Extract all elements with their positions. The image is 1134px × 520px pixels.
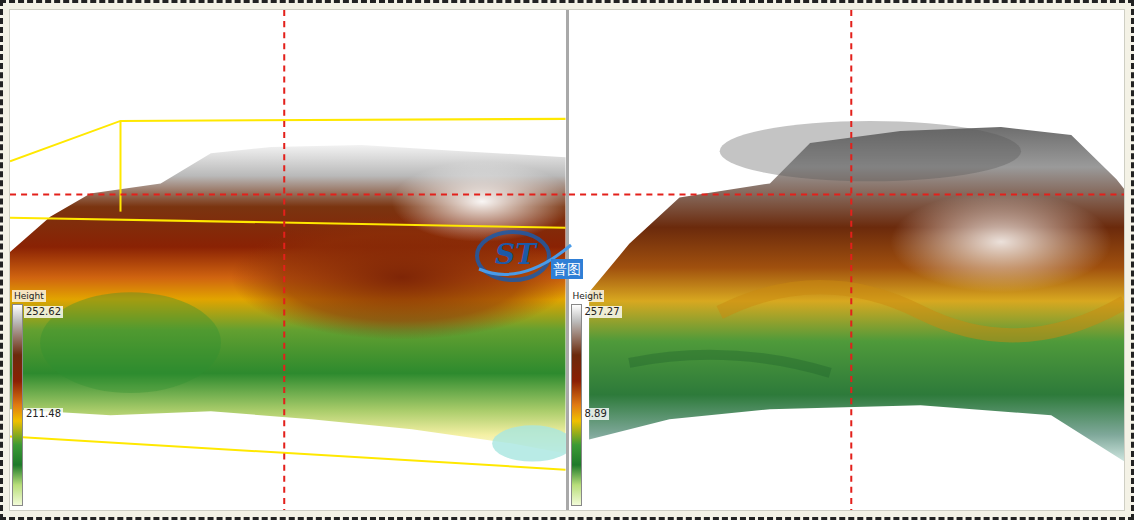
point-cloud-render: [10, 10, 566, 510]
legend-title: Height: [12, 290, 46, 302]
terrain-view[interactable]: Height 257.27 8.89: [569, 10, 1125, 510]
legend-title: Height: [571, 290, 605, 302]
legend-value: 252.62: [24, 306, 63, 318]
logo-mark: ST: [495, 239, 536, 271]
watermark-logo: ST 普图: [471, 225, 591, 287]
legend-value: 8.89: [583, 408, 609, 420]
terrain-render: [569, 10, 1125, 510]
legend-value: 211.48: [24, 408, 63, 420]
legend-value: 257.27: [583, 306, 622, 318]
legend-color-bar: [12, 304, 23, 506]
height-legend: Height 252.62 211.48: [12, 290, 92, 505]
legend-color-bar: [571, 304, 582, 506]
point-cloud-view[interactable]: Height 252.62 211.48: [10, 10, 566, 510]
logo-text: 普图: [551, 259, 583, 279]
image-frame: Height 252.62 211.48: [0, 0, 1134, 520]
height-legend: Height 257.27 8.89: [571, 290, 651, 505]
